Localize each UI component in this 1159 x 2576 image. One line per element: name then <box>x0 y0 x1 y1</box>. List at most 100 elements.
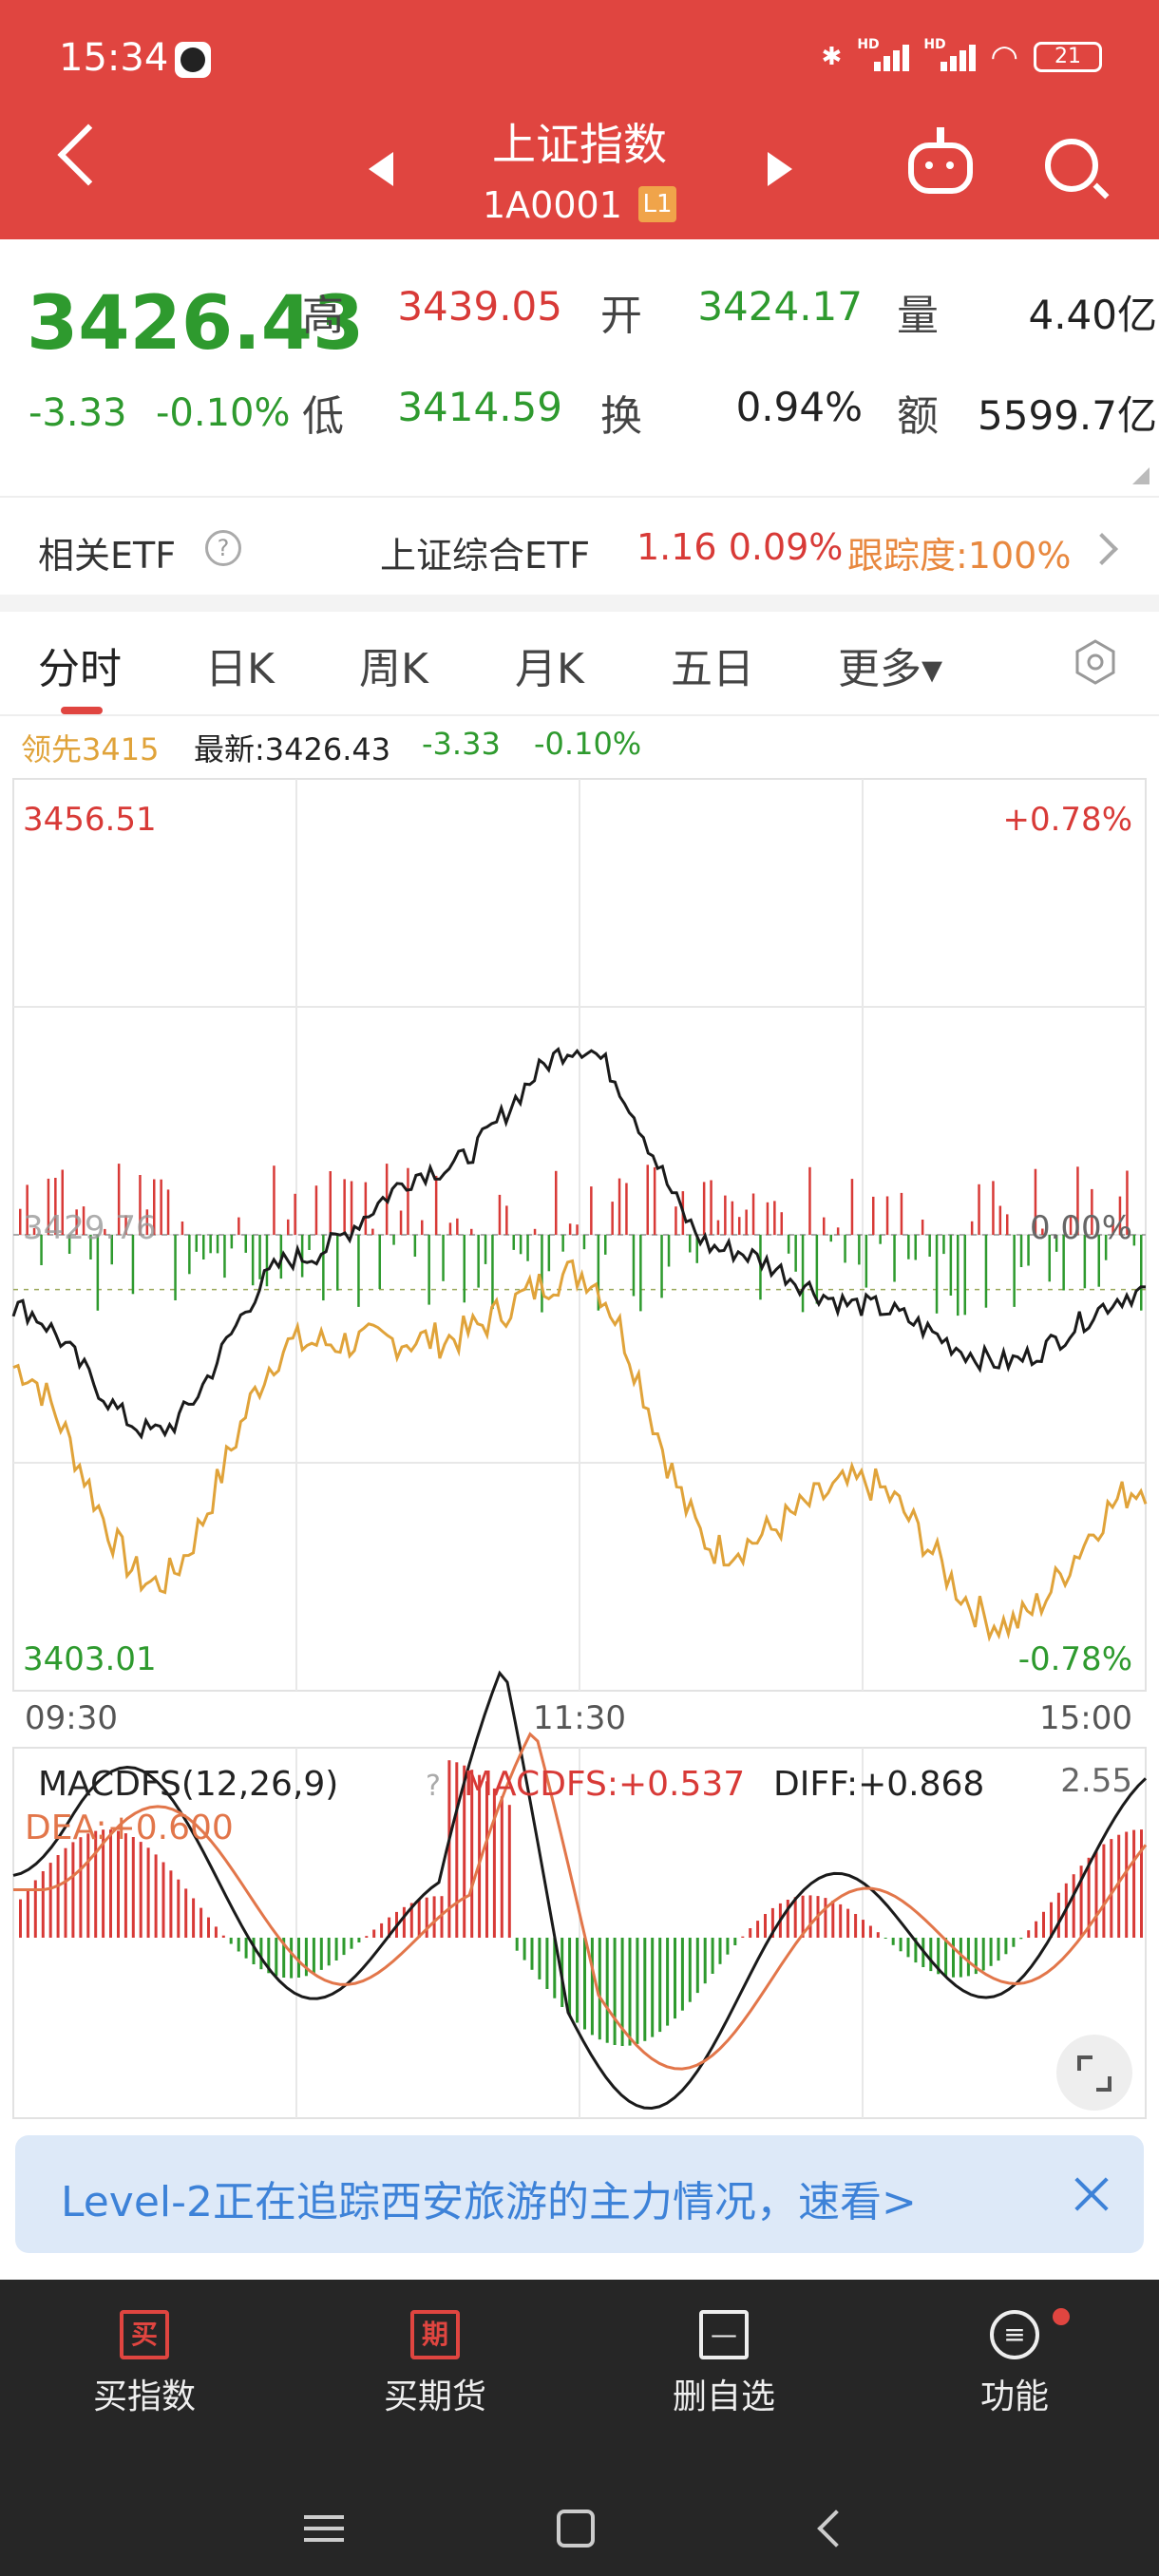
macd-bar <box>162 1862 165 1938</box>
chevron-right-icon[interactable] <box>1086 533 1118 565</box>
volume-bar <box>188 1235 191 1275</box>
volume-bar <box>160 1179 162 1235</box>
macd-bar <box>944 1938 948 1977</box>
related-etf-row[interactable]: 相关ETF ? 上证综合ETF 1.16 0.09% 跟踪度:100% <box>0 496 1159 595</box>
volume-bar <box>195 1235 198 1252</box>
volume-bar <box>879 1235 882 1244</box>
macd-bar <box>583 1938 586 2030</box>
volume-bar <box>646 1165 649 1235</box>
macd-value: MACDFS:+0.537 <box>464 1765 745 1804</box>
buy-futures-button[interactable]: 期 买期货 <box>331 2310 540 2418</box>
macd-bar <box>297 1938 300 1978</box>
remove-watchlist-button[interactable]: — 删自选 <box>619 2310 828 2418</box>
robot-assistant-icon[interactable] <box>908 127 973 194</box>
macd-bar <box>380 1923 384 1938</box>
volume-bar <box>336 1235 339 1291</box>
macd-bar <box>666 1938 670 2026</box>
macd-bar <box>808 1895 812 1938</box>
settings-icon[interactable] <box>1072 638 1119 686</box>
macd-bar <box>658 1938 662 2033</box>
volume-bar <box>294 1193 296 1235</box>
functions-button[interactable]: ≡ 功能 <box>910 2310 1119 2418</box>
system-back-icon[interactable] <box>817 2510 855 2548</box>
macd-bar <box>192 1898 196 1938</box>
macd-bar <box>1004 1938 1008 1955</box>
volume-bar <box>498 1194 502 1235</box>
status-time: 15:34 <box>59 36 169 80</box>
tab-five-day[interactable]: 五日 <box>671 635 754 695</box>
macd-bar <box>989 1938 993 1966</box>
buy-index-button[interactable]: 买 买指数 <box>40 2310 249 2418</box>
macd-bar <box>997 1938 1000 1961</box>
volume-bar <box>258 1235 261 1279</box>
volume-bar <box>1140 1235 1143 1311</box>
macd-bar <box>613 1938 617 2045</box>
level2-banner[interactable]: Level-2正在追踪西安旅游的主力情况，速看> <box>15 2135 1144 2253</box>
intraday-chart[interactable]: 3456.51 +0.78% 3429.76 0.00% 3403.01 -0.… <box>0 769 1159 2137</box>
help-icon[interactable]: ? <box>205 530 241 566</box>
tab-intraday[interactable]: 分时 <box>38 635 122 695</box>
macd-bar <box>1140 1829 1143 1938</box>
macd-name[interactable]: MACDFS(12,26,9) <box>38 1765 338 1804</box>
macd-bar <box>131 1837 135 1938</box>
macd-bar <box>568 1938 572 2016</box>
macd-bar <box>334 1938 338 1960</box>
macd-bar <box>357 1938 361 1942</box>
macd-bar <box>726 1938 730 1955</box>
volume-bar <box>180 1222 184 1235</box>
tab-weekly-k[interactable]: 周K <box>359 635 428 695</box>
macd-bar <box>891 1938 895 1945</box>
volume-bar <box>378 1235 381 1289</box>
macd-bar <box>1012 1938 1016 1947</box>
wifi-icon: ◠ <box>990 38 1018 76</box>
tab-more[interactable]: 更多▾ <box>838 635 942 695</box>
volume-bar <box>632 1235 636 1297</box>
macd-bar <box>793 1897 797 1938</box>
volume-bar <box>921 1220 924 1235</box>
volume-bar <box>984 1235 988 1308</box>
volume-bar <box>745 1209 748 1235</box>
divider <box>0 595 1159 612</box>
macd-bar <box>703 1938 707 1984</box>
close-icon[interactable] <box>1070 2173 1113 2217</box>
macd-bar <box>319 1938 323 1970</box>
macd-bar <box>1125 1831 1129 1938</box>
macd-bar <box>966 1938 970 1977</box>
search-icon[interactable] <box>1045 139 1098 192</box>
volume-bar <box>533 1228 537 1235</box>
etf-name: 上证综合ETF <box>380 535 591 577</box>
macd-scale: 2.55 <box>1060 1762 1132 1800</box>
volume-bar <box>674 1206 677 1235</box>
volume-label: 量 <box>897 292 939 340</box>
macd-bar <box>1132 1829 1136 1938</box>
fullscreen-icon[interactable] <box>1056 2035 1132 2111</box>
macd-bar <box>184 1888 188 1938</box>
home-icon[interactable] <box>557 2510 595 2548</box>
bluetooth-icon: ✱ <box>821 43 843 71</box>
macd-bar <box>1019 1938 1023 1940</box>
macd-bar <box>237 1938 240 1952</box>
volume-bar <box>801 1235 805 1313</box>
tab-daily-k[interactable]: 日K <box>205 635 275 695</box>
volume-bar <box>907 1235 910 1260</box>
futures-icon: 期 <box>410 2310 460 2359</box>
turnover-label: 换 <box>600 392 642 441</box>
volume-bar <box>780 1212 783 1235</box>
macd-bar <box>876 1932 880 1938</box>
tab-monthly-k[interactable]: 月K <box>515 635 584 695</box>
macd-bar <box>854 1914 858 1938</box>
index-code: 1A0001 <box>483 184 622 226</box>
macd-bar <box>899 1938 902 1952</box>
volume-bar <box>963 1235 966 1316</box>
recent-apps-icon[interactable] <box>304 2515 344 2542</box>
macd-bar <box>41 1871 45 1938</box>
macd-bar <box>214 1926 218 1938</box>
macd-bar <box>952 1938 955 1978</box>
macd-bar <box>507 1805 511 1938</box>
next-index-button[interactable] <box>768 152 792 186</box>
expand-corner-icon[interactable] <box>1132 467 1150 484</box>
volume-bars <box>19 1164 1143 1316</box>
volume-bar <box>893 1235 896 1282</box>
macd-help-icon[interactable]: ? <box>426 1770 441 1803</box>
banner-text[interactable]: Level-2正在追踪西安旅游的主力情况，速看> <box>61 2168 917 2228</box>
